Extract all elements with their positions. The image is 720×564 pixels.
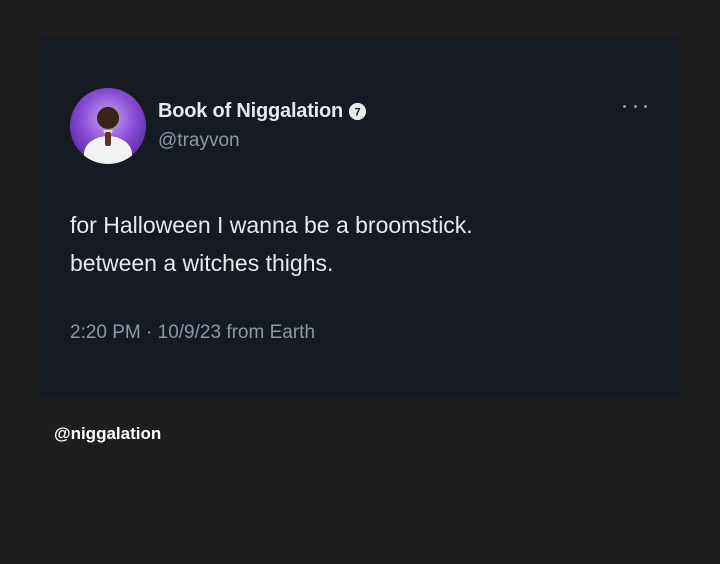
tweet-text: for Halloween I wanna be a broomstick. b… xyxy=(70,206,630,282)
badge-glyph: 7 xyxy=(355,107,361,119)
verified-badge-icon: 7 xyxy=(349,103,367,120)
tweet-card: Book of Niggalation 7 @trayvon for Hallo… xyxy=(40,38,680,398)
user-handle[interactable]: @trayvon xyxy=(158,130,240,152)
tweet-text-line-2: between a witches thighs. xyxy=(70,250,334,276)
more-dot xyxy=(633,104,637,108)
display-name[interactable]: Book of Niggalation xyxy=(158,100,343,123)
ellipsis-icon[interactable] xyxy=(623,100,647,112)
more-dot xyxy=(644,104,647,108)
avatar[interactable] xyxy=(70,88,146,164)
more-dot xyxy=(623,104,626,108)
author-name-row[interactable]: Book of Niggalation 7 xyxy=(158,100,367,123)
avatar-person-icon xyxy=(84,107,132,164)
watermark-credit: @niggalation xyxy=(54,424,162,443)
tweet-text-line-1: for Halloween I wanna be a broomstick. xyxy=(70,212,473,238)
tweet-timestamp[interactable]: 2:20 PM · 10/9/23 from Earth xyxy=(70,322,315,344)
